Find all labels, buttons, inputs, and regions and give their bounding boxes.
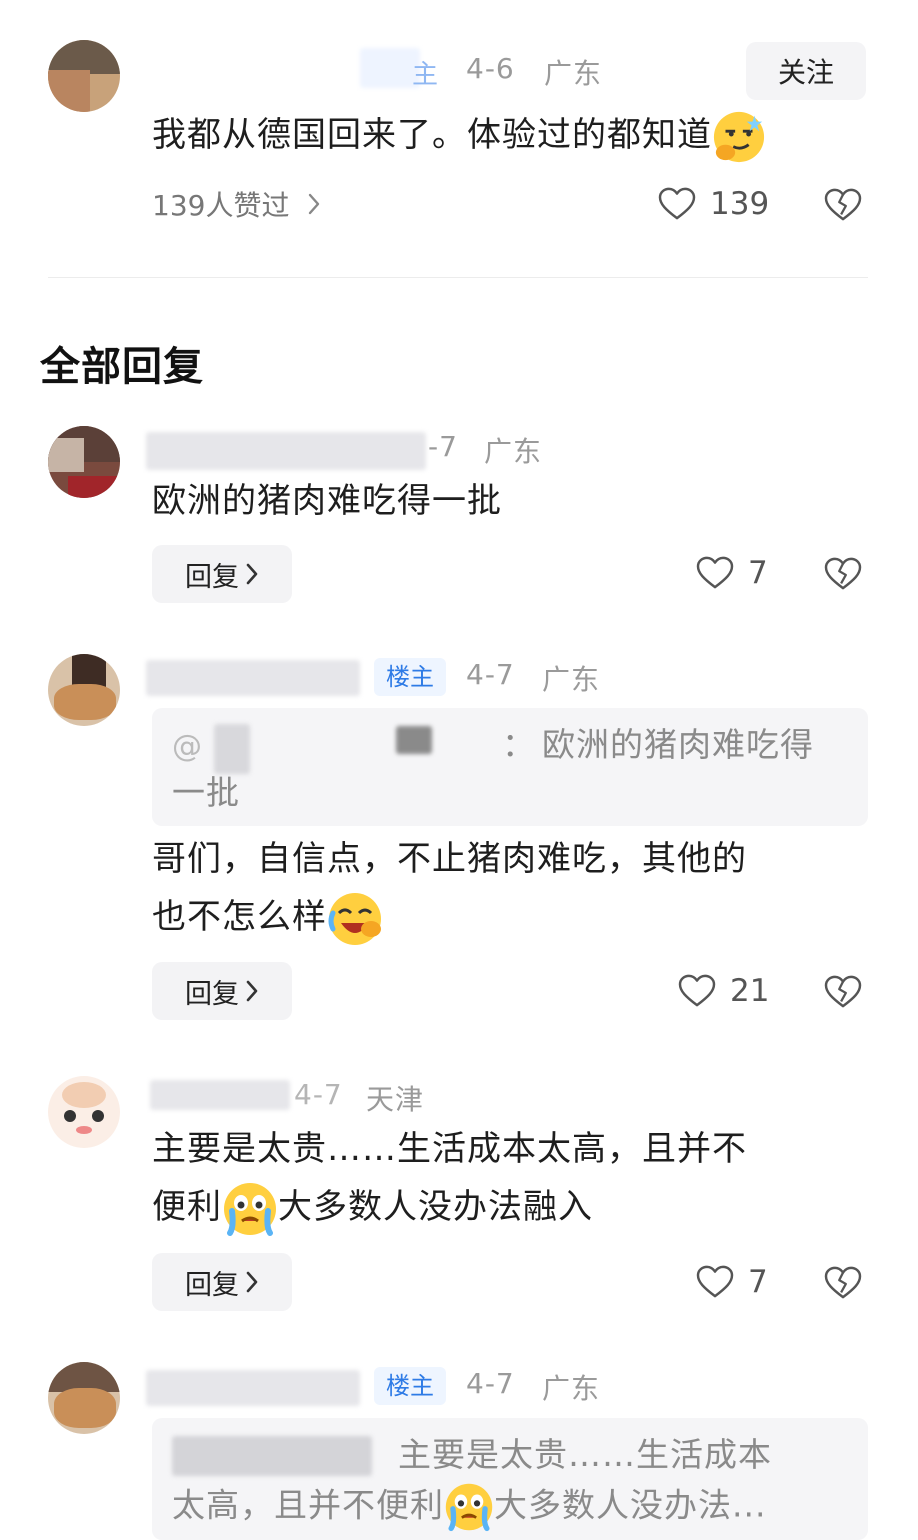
section-title: 全部回复: [40, 344, 204, 390]
laugh-cry-emoji: [327, 891, 383, 947]
comment-text: 我都从德国回来了。体验过的都知道: [152, 106, 872, 164]
quote-text-line2: 太高，且并不便利 大多数人没办法...: [172, 1482, 766, 1532]
like-button[interactable]: 21: [678, 973, 769, 1009]
like-button[interactable]: 7: [696, 555, 768, 591]
comment-text-line2: 也不怎么样: [152, 897, 327, 937]
comment-location: 广东: [544, 57, 603, 90]
username-redacted[interactable]: [146, 660, 360, 696]
quote-text: 主要是太贵……生活成本: [398, 1435, 772, 1474]
comment-date: 4-7: [466, 1367, 515, 1400]
username-redacted[interactable]: [146, 1370, 360, 1406]
smug-emoji: [712, 110, 766, 164]
avatar[interactable]: [48, 426, 120, 498]
broken-heart-icon[interactable]: [824, 557, 862, 591]
heart-outline-icon: [678, 974, 716, 1008]
avatar[interactable]: [48, 1362, 120, 1434]
like-button[interactable]: 139: [658, 186, 769, 222]
comment-date: 4-6: [466, 52, 515, 85]
follow-button[interactable]: 关注: [746, 42, 866, 100]
comment-text: 欧洲的猪肉难吃得一批: [152, 481, 502, 521]
comment-text-line1: 哥们，自信点，不止猪肉难吃，其他的: [152, 839, 747, 879]
chevron-right-icon: [307, 192, 321, 216]
comment-text-line1: 主要是太贵……生活成本太高，且并不: [152, 1129, 747, 1169]
broken-heart-icon[interactable]: [824, 188, 862, 222]
comment-location: 广东: [542, 663, 601, 696]
comment-location: 广东: [542, 1372, 601, 1405]
like-count: 7: [748, 1264, 768, 1300]
likes-summary-text: 139人赞过: [152, 189, 290, 222]
comment-date: 4-7: [466, 658, 515, 691]
reply-button[interactable]: 回复: [152, 1253, 292, 1311]
quoted-username-redacted: [396, 726, 432, 754]
username-redacted[interactable]: [150, 1080, 290, 1110]
comment-date: 4-7: [294, 1078, 343, 1111]
reply-label: 回复: [185, 1269, 239, 1301]
comment-date: -7: [428, 430, 458, 463]
comment-location: 广东: [484, 435, 543, 468]
chevron-right-icon: [245, 979, 259, 1003]
comment-text: 主要是太贵……生活成本太高，且并不 便利 大多数人没办法融入: [152, 1120, 872, 1237]
quote-text: 欧洲的猪肉难吃得: [542, 725, 814, 764]
chevron-right-icon: [245, 1270, 259, 1294]
comment-text-line2a: 便利: [152, 1187, 222, 1227]
comment-text-line2b: 大多数人没办法融入: [278, 1187, 593, 1227]
host-badge: 楼主: [374, 1367, 446, 1405]
like-count: 139: [710, 186, 770, 222]
username-redacted[interactable]: [146, 432, 426, 470]
cry-emoji: [222, 1181, 278, 1237]
like-count: 7: [748, 555, 768, 591]
quote-colon: ：: [502, 725, 536, 764]
broken-heart-icon[interactable]: [824, 975, 862, 1009]
like-count: 21: [730, 973, 770, 1009]
heart-outline-icon: [696, 556, 734, 590]
cry-emoji: [444, 1482, 494, 1532]
reply-label: 回复: [185, 561, 239, 593]
avatar[interactable]: [48, 40, 120, 112]
divider: [48, 277, 868, 278]
likes-summary[interactable]: 139人赞过: [152, 184, 321, 224]
comment-location: 天津: [366, 1083, 425, 1116]
host-badge: 楼主: [374, 658, 446, 696]
reply-button[interactable]: 回复: [152, 545, 292, 603]
quote-text-line2: 一批: [172, 773, 240, 812]
quoted-username-redacted: [214, 724, 250, 774]
avatar[interactable]: [48, 1076, 120, 1148]
quoted-comment[interactable]: @ ： 欧洲的猪肉难吃得 一批: [152, 708, 868, 826]
heart-outline-icon: [658, 187, 696, 221]
avatar[interactable]: [48, 654, 120, 726]
chevron-right-icon: [245, 562, 259, 586]
heart-outline-icon: [696, 1265, 734, 1299]
reply-label: 回复: [185, 978, 239, 1010]
comment-text: 哥们，自信点，不止猪肉难吃，其他的 也不怎么样: [152, 830, 872, 947]
broken-heart-icon[interactable]: [824, 1266, 862, 1300]
host-badge: 主: [412, 60, 439, 90]
like-button[interactable]: 7: [696, 1264, 768, 1300]
username-redacted[interactable]: [360, 48, 420, 88]
reply-button[interactable]: 回复: [152, 962, 292, 1020]
quoted-username-redacted: [172, 1436, 372, 1476]
quoted-comment[interactable]: 主要是太贵……生活成本 太高，且并不便利 大多数人没办法...: [152, 1418, 868, 1540]
follow-label: 关注: [777, 56, 834, 89]
